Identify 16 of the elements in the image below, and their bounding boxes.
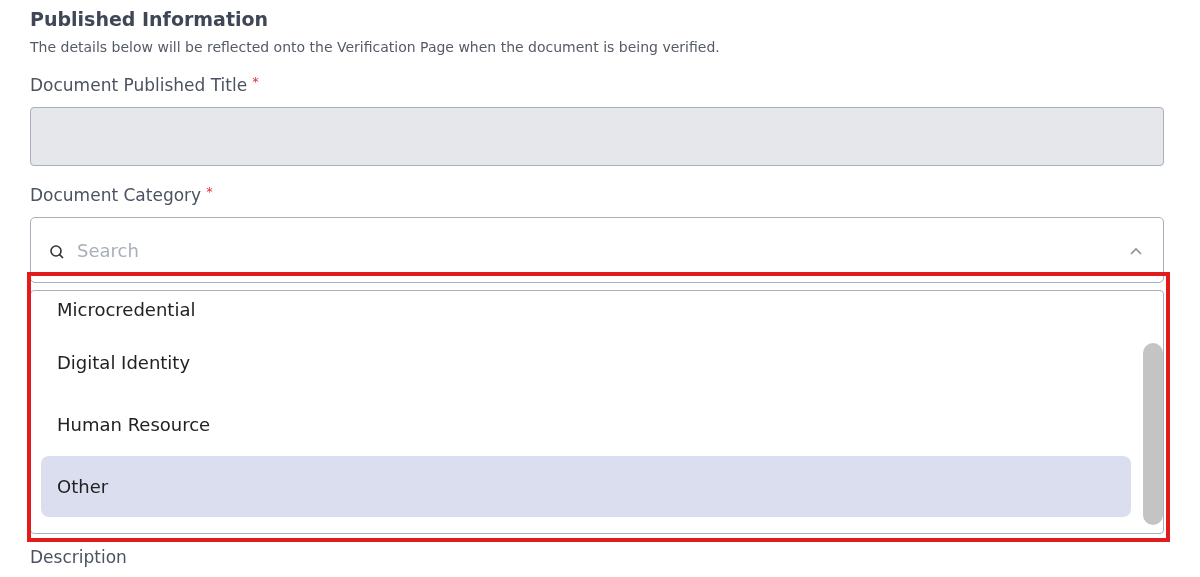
field-label: Document Published Title [30,74,248,96]
chevron-up-icon[interactable] [1129,246,1143,256]
dropdown-option[interactable]: Human Resource [41,394,1131,455]
field-label: Document Category [30,184,202,206]
search-icon [49,244,65,260]
scrollbar-thumb[interactable] [1143,343,1163,525]
required-mark: * [252,74,259,90]
search-input[interactable]: Search [77,240,1117,261]
category-select[interactable]: Search [30,217,1164,283]
dropdown-option[interactable]: Other [41,456,1131,517]
section-title: Published Information [30,7,270,32]
required-mark: * [206,184,213,200]
dropdown-option[interactable]: Digital Identity [41,332,1131,393]
dropdown-option[interactable]: Microcredential [41,291,1131,331]
field-label: Description [30,546,127,568]
section-description: The details below will be reflected onto the Verification Page when the document is being verified. [30,38,721,56]
